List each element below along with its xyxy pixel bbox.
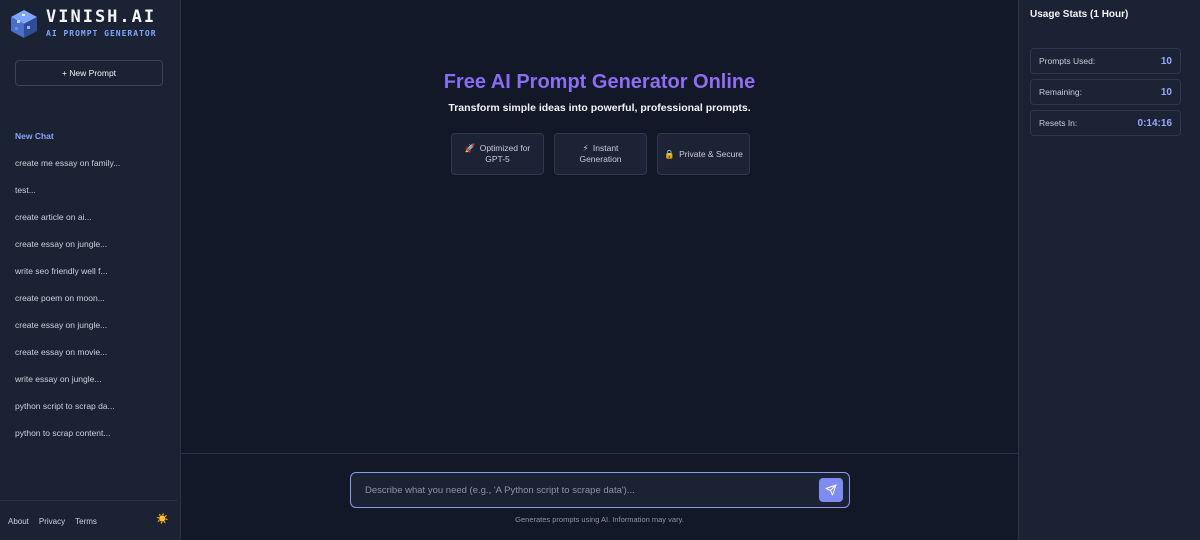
- rocket-icon: 🚀: [464, 143, 476, 153]
- stat-resets-in: Resets In: 0:14:16: [1030, 110, 1181, 136]
- page-title: Free AI Prompt Generator Online: [181, 71, 1018, 94]
- stat-value: 0:14:16: [1137, 117, 1172, 129]
- page-subtitle: Transform simple ideas into powerful, pr…: [448, 102, 751, 114]
- brand-subtitle: AI PROMPT GENERATOR: [46, 29, 157, 38]
- stat-value: 10: [1160, 55, 1172, 67]
- history-item[interactable]: create essay on jungle...: [15, 235, 175, 262]
- feature-badge-instant: ⚡ Instant Generation: [554, 133, 647, 175]
- new-prompt-button[interactable]: + New Prompt: [15, 60, 163, 86]
- feature-badge-private: 🔒 Private & Secure: [657, 133, 750, 175]
- prompt-input[interactable]: [352, 474, 812, 506]
- send-button[interactable]: [819, 478, 843, 502]
- history-item[interactable]: create article on ai...: [15, 208, 175, 235]
- history-item[interactable]: python script to scrap da...: [15, 397, 175, 424]
- composer-divider: [181, 453, 1018, 454]
- history-item[interactable]: create poem on moon...: [15, 289, 175, 316]
- terms-link[interactable]: Terms: [75, 517, 97, 526]
- sidebar: VINISH.AI AI PROMPT GENERATOR + New Prom…: [0, 0, 181, 540]
- feature-text: Optimized for GPT-5: [479, 143, 531, 164]
- history-item[interactable]: write seo friendly well f...: [15, 262, 175, 289]
- stat-value: 10: [1160, 86, 1172, 98]
- send-icon: [825, 484, 837, 496]
- stat-label: Resets In:: [1039, 118, 1078, 128]
- sidebar-footer: About Privacy Terms ☀️: [0, 500, 177, 540]
- stat-label: Prompts Used:: [1039, 56, 1096, 66]
- disclaimer-text: Generates prompts using AI. Information …: [515, 515, 684, 524]
- history-item[interactable]: create essay on movie...: [15, 343, 175, 370]
- stat-label: Remaining:: [1039, 87, 1082, 97]
- feature-text: Private & Secure: [679, 148, 743, 159]
- history-item-new-chat[interactable]: New Chat: [15, 127, 175, 154]
- history-item[interactable]: write essay on jungle...: [15, 370, 175, 397]
- history-item[interactable]: test...: [15, 181, 175, 208]
- history-item[interactable]: create me essay on family...: [15, 154, 175, 181]
- feature-badge-optimized: 🚀 Optimized for GPT-5: [451, 133, 544, 175]
- main-content: Free AI Prompt Generator Online Transfor…: [181, 0, 1018, 540]
- chat-history-list: New Chat create me essay on family... te…: [15, 127, 175, 451]
- logo[interactable]: VINISH.AI AI PROMPT GENERATOR: [8, 8, 157, 40]
- history-item[interactable]: create essay on jungle...: [15, 316, 175, 343]
- about-link[interactable]: About: [8, 517, 29, 526]
- usage-stats-panel: Usage Stats (1 Hour) Prompts Used: 10 Re…: [1018, 0, 1200, 540]
- logo-cube-icon: [11, 10, 37, 38]
- lock-icon: 🔒: [664, 148, 675, 159]
- stats-title: Usage Stats (1 Hour): [1030, 9, 1129, 20]
- privacy-link[interactable]: Privacy: [39, 517, 65, 526]
- sun-icon[interactable]: ☀️: [156, 514, 168, 525]
- feature-badges: 🚀 Optimized for GPT-5 ⚡ Instant Generati…: [451, 133, 750, 175]
- brand-title: VINISH.AI: [46, 7, 157, 27]
- lightning-icon: ⚡: [582, 143, 589, 153]
- stat-prompts-used: Prompts Used: 10: [1030, 48, 1181, 74]
- prompt-composer: [350, 472, 850, 508]
- stat-remaining: Remaining: 10: [1030, 79, 1181, 105]
- history-item[interactable]: python to scrap content...: [15, 424, 175, 451]
